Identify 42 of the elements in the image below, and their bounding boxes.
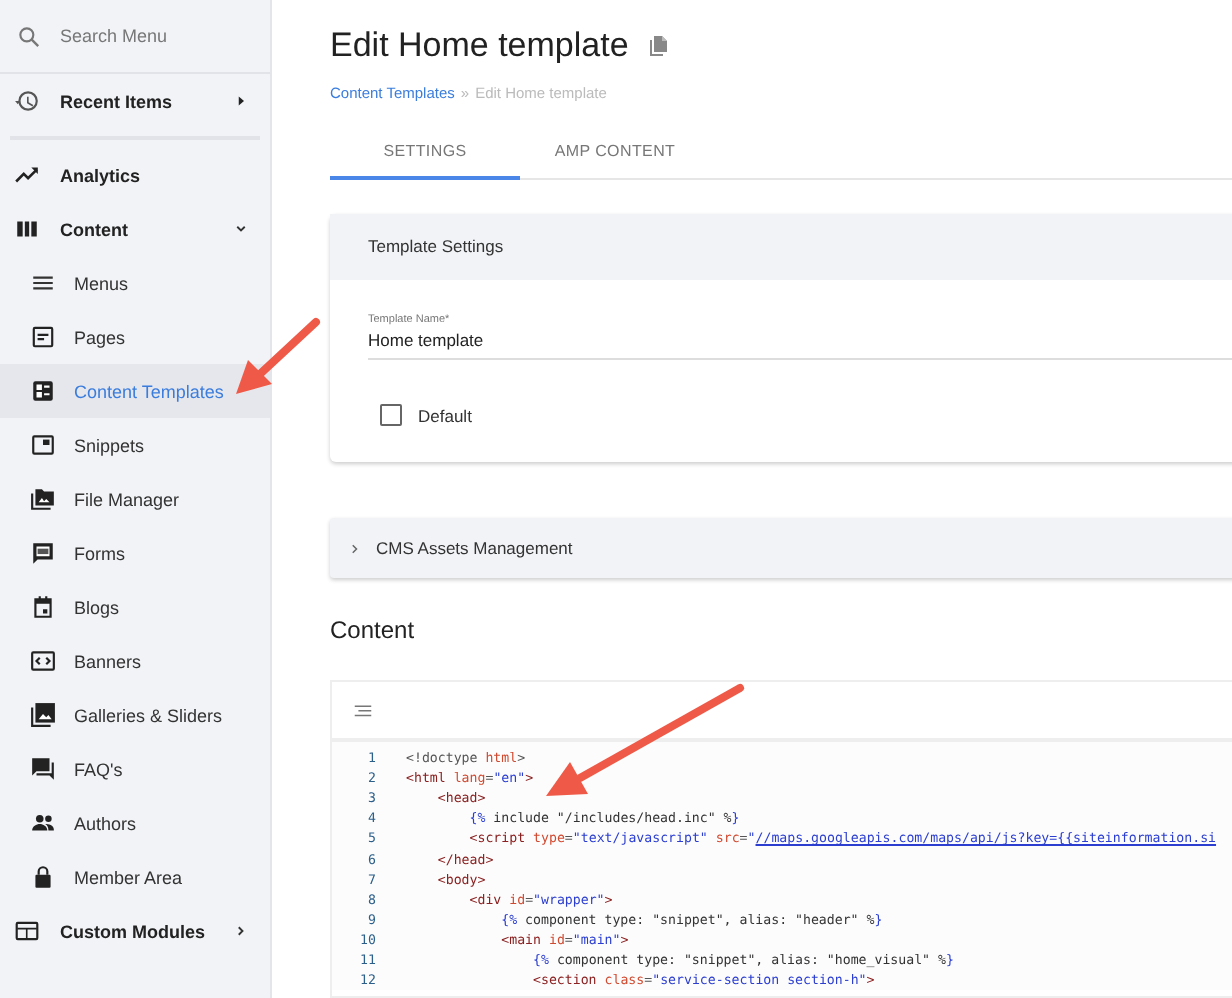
sidebar-item[interactable]: Authors: [0, 796, 270, 850]
annotation-arrow: [236, 318, 320, 394]
copy-icon: [646, 34, 671, 58]
chat-icon: [30, 756, 56, 782]
sidebar-item[interactable]: Content: [0, 202, 270, 256]
checkbox[interactable]: [380, 404, 402, 426]
section-heading: Content: [330, 616, 417, 644]
sidebar-item[interactable]: File Manager: [0, 472, 270, 526]
sidebar-item[interactable]: Snippets: [0, 418, 270, 472]
sidebar-item[interactable]: Forms: [0, 526, 270, 580]
image-stack-icon: [30, 702, 56, 728]
sidebar-item[interactable]: Banners: [0, 634, 270, 688]
tab[interactable]: SETTINGS: [330, 132, 520, 180]
folder-image-icon: [30, 486, 56, 512]
clock-icon: [14, 88, 40, 114]
form-icon: [30, 540, 56, 566]
trend-icon: [14, 162, 40, 188]
calendar-icon: [30, 594, 56, 620]
sidebar-item[interactable]: Recent Items: [0, 74, 270, 128]
search-field[interactable]: Search Menu: [60, 26, 240, 46]
template-icon: [30, 378, 56, 404]
sidebar-item[interactable]: Pages: [0, 310, 270, 364]
card-header: Template Settings: [330, 214, 1232, 280]
sidebar-item[interactable]: Menus: [0, 256, 270, 310]
search-icon: [16, 23, 42, 49]
people-icon: [30, 810, 56, 836]
sidebar-item[interactable]: Member Area: [0, 850, 270, 904]
sidebar-item[interactable]: FAQ's: [0, 742, 270, 796]
sidebar-item[interactable]: Blogs: [0, 580, 270, 634]
sidebar-item[interactable]: Analytics: [0, 148, 270, 202]
expansion-panel[interactable]: CMS Assets Management: [330, 518, 1232, 578]
tab[interactable]: AMP CONTENT: [520, 132, 710, 178]
columns-icon: [14, 216, 40, 242]
checkbox-label: Default: [418, 405, 472, 425]
sidebar-item[interactable]: Custom Modules: [0, 904, 270, 958]
lock-icon: [30, 864, 56, 890]
sidebar-item[interactable]: Galleries & Sliders: [0, 688, 270, 742]
code-icon: [30, 648, 56, 674]
page-icon: [30, 324, 56, 350]
snippet-icon: [30, 432, 56, 458]
window-icon: [14, 918, 40, 944]
page-title: Edit Home template: [330, 26, 629, 66]
